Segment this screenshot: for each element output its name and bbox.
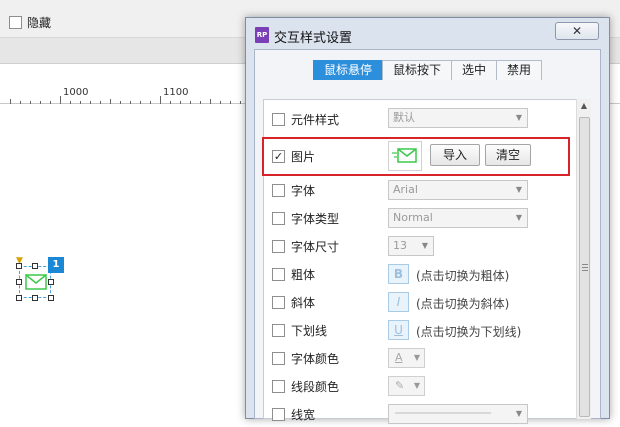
font-type-select[interactable]: Normal ▼ bbox=[388, 208, 528, 228]
underline-hint: (点击切换为下划线) bbox=[416, 325, 522, 339]
resize-handle[interactable] bbox=[16, 263, 22, 269]
line-color-checkbox[interactable] bbox=[272, 379, 285, 393]
font-size-select[interactable]: 13 ▼ bbox=[388, 236, 434, 256]
state-tabs: 鼠标悬停 鼠标按下 选中 禁用 bbox=[313, 60, 543, 80]
chevron-down-icon: ▼ bbox=[413, 381, 420, 390]
ruler-label-1100: 1100 bbox=[163, 87, 189, 98]
tab-mouse-down[interactable]: 鼠标按下 bbox=[382, 60, 453, 80]
line-color-picker[interactable]: ✎ ▼ bbox=[388, 376, 425, 396]
font-color-label: 字体颜色 bbox=[291, 351, 340, 366]
tab-selected[interactable]: 选中 bbox=[451, 60, 498, 80]
resize-handle[interactable] bbox=[32, 295, 38, 301]
ruler-label-1000: 1000 bbox=[63, 87, 89, 98]
line-width-select[interactable]: ▼ bbox=[388, 404, 528, 424]
chevron-down-icon: ▼ bbox=[421, 241, 428, 250]
font-color-icon: A bbox=[395, 351, 403, 364]
row-italic: 斜体 bbox=[272, 292, 315, 312]
bold-hint: (点击切换为粗体) bbox=[416, 269, 510, 283]
row-font-size: 字体尺寸 bbox=[272, 236, 339, 256]
hide-checkbox[interactable] bbox=[9, 16, 22, 29]
row-line-width: 线宽 bbox=[272, 404, 315, 424]
widget-style-value: 默认 bbox=[393, 111, 415, 124]
italic-label: 斜体 bbox=[291, 295, 316, 310]
chevron-down-icon: ▼ bbox=[515, 185, 522, 194]
underline-toggle-button[interactable]: U bbox=[388, 320, 409, 340]
dialog-titlebar[interactable]: RP 交互样式设置 ✕ bbox=[246, 18, 609, 50]
font-checkbox[interactable] bbox=[272, 183, 285, 197]
font-select[interactable]: Arial ▼ bbox=[388, 180, 528, 200]
font-type-checkbox[interactable] bbox=[272, 211, 285, 225]
widget-style-checkbox[interactable] bbox=[272, 112, 285, 126]
tab-disabled[interactable]: 禁用 bbox=[496, 60, 543, 80]
resize-handle[interactable] bbox=[32, 263, 38, 269]
font-size-value: 13 bbox=[393, 239, 407, 252]
underline-label: 下划线 bbox=[291, 323, 328, 338]
font-type-value: Normal bbox=[393, 211, 433, 224]
hide-label: 隐藏 bbox=[27, 16, 52, 30]
resize-handle[interactable] bbox=[48, 279, 54, 285]
row-widget-style: 元件样式 bbox=[272, 109, 339, 129]
pencil-icon: ✎ bbox=[395, 379, 405, 392]
row-bold: 粗体 bbox=[272, 264, 315, 284]
chevron-down-icon: ▼ bbox=[515, 113, 522, 122]
chevron-down-icon: ▼ bbox=[515, 409, 522, 418]
bold-checkbox[interactable] bbox=[272, 267, 285, 281]
panel-scrollbar[interactable]: ▲ bbox=[576, 99, 591, 419]
font-color-picker[interactable]: A ▼ bbox=[388, 348, 425, 368]
underline-checkbox[interactable] bbox=[272, 323, 285, 337]
font-color-checkbox[interactable] bbox=[272, 351, 285, 365]
italic-hint: (点击切换为斜体) bbox=[416, 297, 510, 311]
widget-style-label: 元件样式 bbox=[291, 112, 340, 127]
widget-index-badge: 1 bbox=[48, 257, 64, 273]
font-label: 字体 bbox=[291, 183, 316, 198]
font-size-checkbox[interactable] bbox=[272, 239, 285, 253]
resize-handle[interactable] bbox=[16, 295, 22, 301]
resize-handle[interactable] bbox=[48, 295, 54, 301]
scroll-up-icon[interactable]: ▲ bbox=[577, 101, 591, 110]
app-logo: RP bbox=[255, 27, 269, 43]
resize-handle[interactable] bbox=[16, 279, 22, 285]
highlight-box bbox=[262, 137, 570, 176]
line-width-label: 线宽 bbox=[291, 407, 316, 422]
row-font-color: 字体颜色 bbox=[272, 348, 339, 368]
bold-label: 粗体 bbox=[291, 267, 316, 282]
hide-toggle[interactable]: 隐藏 bbox=[9, 14, 51, 31]
email-widget[interactable]: ▼ 1 bbox=[14, 256, 64, 303]
tab-mouse-hover[interactable]: 鼠标悬停 bbox=[313, 60, 384, 80]
scroll-thumb[interactable] bbox=[579, 117, 590, 417]
row-font: 字体 bbox=[272, 180, 315, 200]
row-line-color: 线段颜色 bbox=[272, 376, 339, 396]
italic-toggle-button[interactable]: I bbox=[388, 292, 409, 312]
font-size-label: 字体尺寸 bbox=[291, 239, 340, 254]
chevron-down-icon: ▼ bbox=[413, 353, 420, 362]
dialog-title: 交互样式设置 bbox=[274, 31, 353, 46]
bold-toggle-button[interactable]: B bbox=[388, 264, 409, 284]
font-type-label: 字体类型 bbox=[291, 211, 340, 226]
chevron-down-icon: ▼ bbox=[515, 213, 522, 222]
grip-icon bbox=[582, 264, 588, 271]
font-value: Arial bbox=[393, 183, 418, 196]
widget-style-select[interactable]: 默认 ▼ bbox=[388, 108, 528, 128]
italic-checkbox[interactable] bbox=[272, 295, 285, 309]
close-button[interactable]: ✕ bbox=[555, 22, 599, 40]
row-font-type: 字体类型 bbox=[272, 208, 339, 228]
line-color-label: 线段颜色 bbox=[291, 379, 340, 394]
envelope-icon bbox=[25, 274, 47, 290]
row-underline: 下划线 bbox=[272, 320, 327, 340]
